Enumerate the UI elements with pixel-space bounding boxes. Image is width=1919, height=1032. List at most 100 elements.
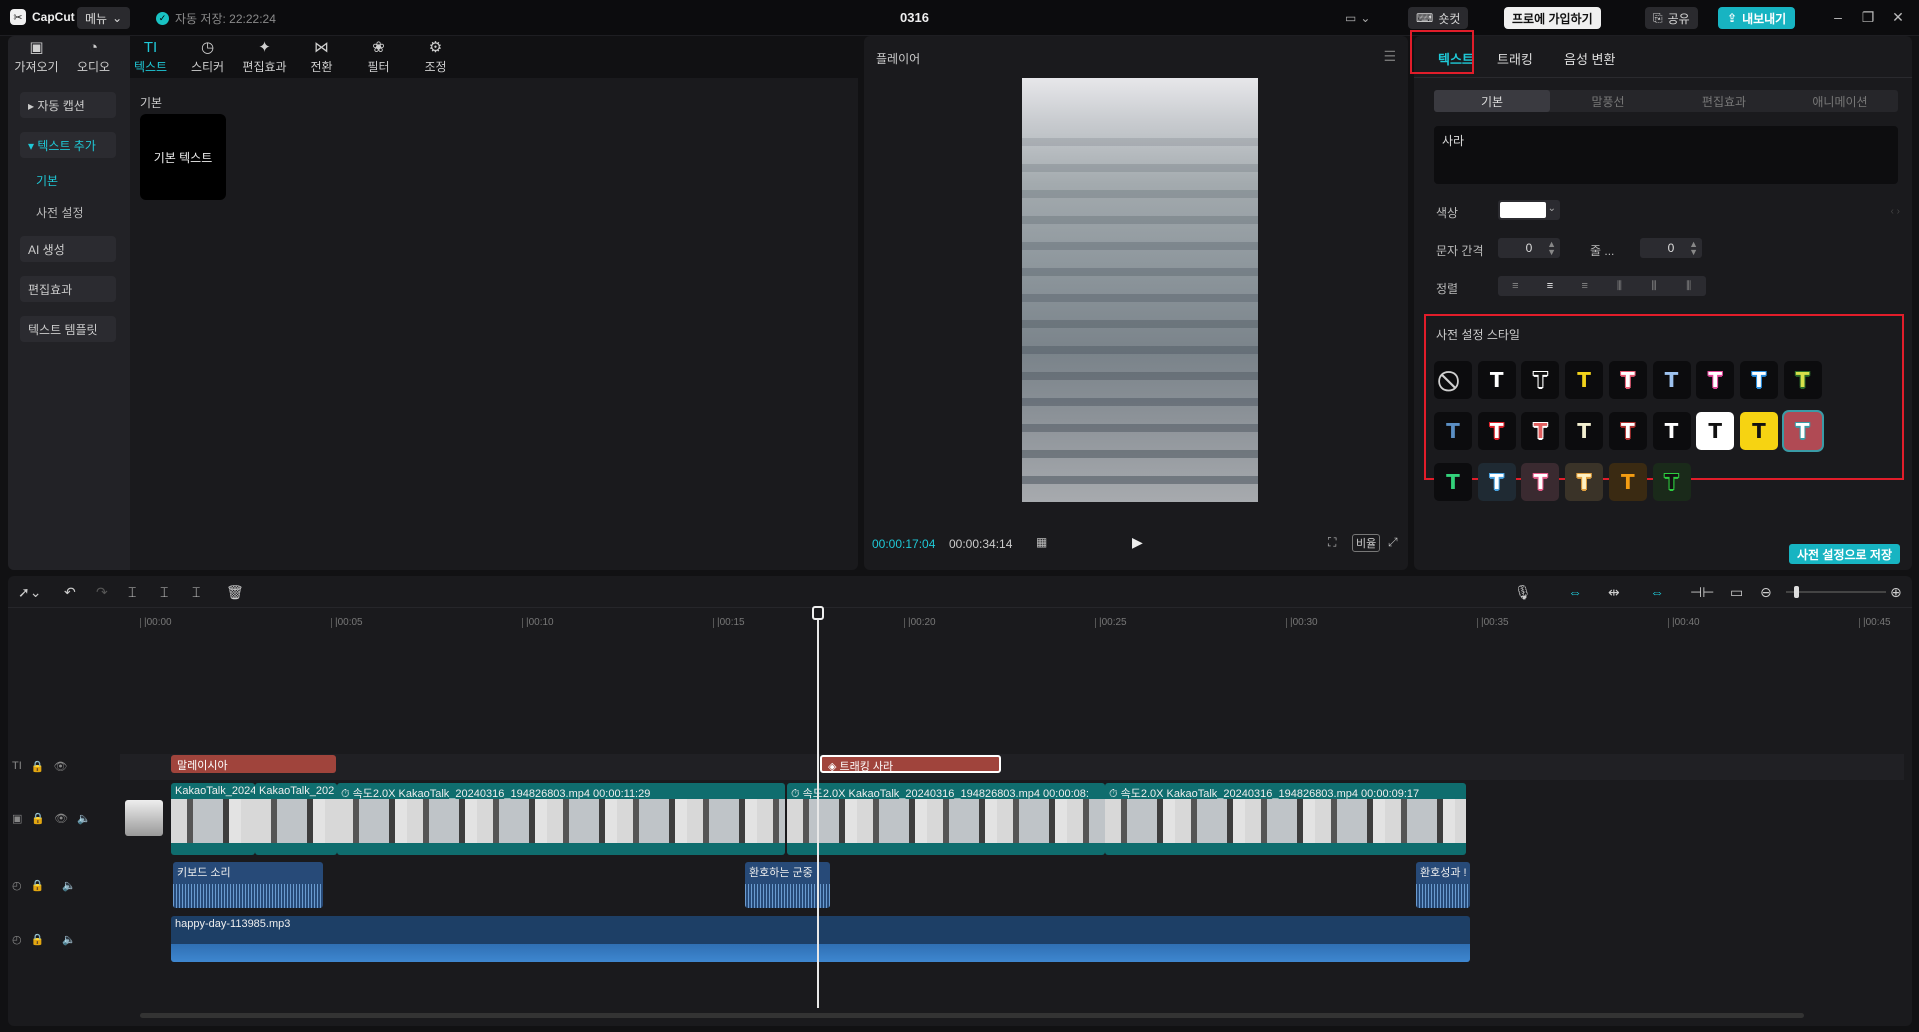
split-icon[interactable]: ⌶	[128, 584, 136, 601]
tool-4[interactable]: ✦ 편집효과	[236, 36, 293, 78]
stepper-arrows-icon[interactable]: ▲ ▼	[1689, 240, 1698, 257]
preset-style-item[interactable]: T	[1434, 412, 1472, 450]
audio-clip[interactable]: 키보드 소리	[173, 862, 323, 908]
cover-thumbnail[interactable]	[125, 800, 163, 836]
lock-icon[interactable]: 🔒	[31, 879, 45, 892]
link-icon[interactable]: ⇹	[1608, 584, 1620, 601]
nav-sub-basic[interactable]: 기본	[36, 172, 130, 190]
preset-style-item[interactable]: T	[1565, 412, 1604, 450]
magnet-snap-icon[interactable]: ⇔	[1568, 584, 1582, 600]
preview-axis-icon[interactable]: ⇔	[1650, 584, 1664, 600]
zoom-out-icon[interactable]: ⊖	[1760, 584, 1772, 601]
preset-style-item[interactable]: T	[1739, 361, 1778, 399]
preset-style-item[interactable]: T	[1652, 412, 1691, 450]
subtab-bubble[interactable]: 말풍선	[1550, 90, 1666, 112]
shortcut-button[interactable]: ⌨ 숏컷	[1408, 7, 1469, 29]
preset-style-item[interactable]: T	[1608, 412, 1647, 450]
line-spacing-stepper[interactable]: 0 ▲ ▼	[1640, 238, 1702, 258]
nav-text-templates[interactable]: 텍스트 템플릿	[20, 316, 116, 342]
minimize-icon[interactable]: –	[1828, 9, 1848, 25]
tool-0[interactable]: ▣ 가져오기	[8, 36, 65, 78]
preset-style-item[interactable]: T	[1477, 361, 1516, 399]
lock-icon[interactable]: 🔒	[31, 812, 45, 825]
select-cursor-icon[interactable]: ➚⌄	[18, 584, 41, 601]
share-button[interactable]: ⎘ 공유	[1645, 7, 1698, 29]
nav-auto-caption[interactable]: ▸ 자동 캡션	[20, 92, 116, 118]
tool-5[interactable]: ⋈ 전환	[293, 36, 350, 78]
layout-button[interactable]: ▭ ⌄	[1345, 7, 1370, 29]
align-bottom-icon[interactable]: ⫼	[1671, 276, 1706, 296]
preset-style-item[interactable]: T	[1565, 463, 1604, 501]
preset-style-item[interactable]: T	[1521, 463, 1560, 501]
preset-style-item[interactable]: T	[1652, 463, 1691, 501]
subtab-basic[interactable]: 기본	[1434, 90, 1550, 112]
speaker-icon[interactable]: 🔈	[62, 933, 76, 946]
nav-ai-generate[interactable]: AI 생성	[20, 236, 116, 262]
text-clip-selected[interactable]: ◈ 트래킹 사라	[820, 755, 1001, 773]
export-button[interactable]: ⇪ 내보내기	[1718, 7, 1796, 29]
eye-icon[interactable]: 👁	[54, 812, 68, 825]
play-icon[interactable]: ▶	[1132, 534, 1143, 551]
preset-style-item[interactable]: T	[1696, 361, 1735, 399]
align-left-icon[interactable]: ≡	[1498, 276, 1533, 296]
preset-style-item[interactable]: T	[1608, 463, 1647, 501]
video-clip[interactable]: KakaoTalk_202	[255, 783, 337, 855]
microphone-icon[interactable]: 🎙	[1514, 584, 1532, 601]
menu-button[interactable]: 메뉴 ⌄	[77, 7, 131, 29]
preset-style-item[interactable]: T	[1783, 361, 1822, 399]
video-clip[interactable]: ⏱ 속도2.0X KakaoTalk_20240316_194826803.mp…	[1105, 783, 1466, 855]
pro-signup-button[interactable]: 프로에 가입하기	[1504, 7, 1601, 29]
tool-1[interactable]: ◔ 오디오	[65, 36, 122, 78]
preset-style-item[interactable]: T	[1652, 361, 1691, 399]
preset-style-item[interactable]: T	[1521, 412, 1560, 450]
stepper-arrows-icon[interactable]: ▲ ▼	[1547, 240, 1556, 257]
video-preview[interactable]	[1022, 78, 1258, 502]
align-center-icon[interactable]: ≡	[1533, 276, 1568, 296]
lock-icon[interactable]: 🔒	[31, 933, 45, 946]
fullscreen-icon[interactable]: ⤢	[1388, 535, 1398, 550]
save-preset-button[interactable]: 사전 설정으로 저장	[1789, 544, 1900, 564]
split-right-icon[interactable]: ⌶	[192, 584, 200, 601]
video-clip[interactable]: ⏱ 속도2.0X KakaoTalk_20240316_194826803.mp…	[787, 783, 1105, 855]
eye-icon[interactable]: 👁	[53, 760, 67, 773]
split-view-icon[interactable]: ⊣⊢	[1690, 584, 1714, 601]
video-clip[interactable]: ⏱ 속도2.0X KakaoTalk_20240316_194826803.mp…	[337, 783, 785, 855]
time-ruler[interactable]: |00:00 |00:05 |00:10 |00:15 |00:20 |00:25 |00:…	[128, 608, 1912, 638]
redo-icon[interactable]: ↷	[96, 584, 108, 601]
color-picker[interactable]: ⌄	[1498, 200, 1560, 220]
tool-3[interactable]: ◷ 스티커	[179, 36, 236, 78]
preset-style-item[interactable]: T	[1565, 361, 1604, 399]
tab-tracking[interactable]: 트래킹	[1497, 49, 1533, 68]
zoom-slider-track[interactable]	[1786, 591, 1886, 593]
nav-effects[interactable]: 편집효과	[20, 276, 116, 302]
subtab-animation[interactable]: 애니메이션	[1782, 90, 1898, 112]
text-clip[interactable]: 말레이시아	[171, 755, 336, 773]
default-text-card[interactable]: 기본 텍스트	[140, 114, 226, 200]
caption-icon[interactable]: ▭	[1730, 584, 1743, 601]
nav-sub-preset[interactable]: 사전 설정	[36, 204, 130, 222]
timecode-grid-icon[interactable]: ▦	[1036, 535, 1047, 549]
preset-style-item[interactable]: T	[1521, 361, 1560, 399]
playhead[interactable]	[817, 608, 819, 1008]
hamburger-icon[interactable]: ☰	[1383, 48, 1396, 65]
align-middle-icon[interactable]: ⫼	[1637, 276, 1672, 296]
preset-style-item[interactable]: T	[1477, 412, 1516, 450]
timeline-scrollbar[interactable]	[140, 1013, 1804, 1018]
preset-style-item[interactable]: T	[1783, 412, 1822, 450]
preset-style-item[interactable]: T	[1696, 412, 1735, 450]
video-clip[interactable]: KakaoTalk_2024	[171, 783, 255, 855]
preset-style-item[interactable]: T	[1608, 361, 1647, 399]
lock-icon[interactable]: 🔒	[31, 760, 45, 773]
preset-style-item[interactable]: T	[1739, 412, 1778, 450]
no-style-icon[interactable]: ⃠	[1434, 361, 1472, 399]
audio-clip[interactable]: 환호성과 !	[1416, 862, 1470, 908]
zoom-slider-handle[interactable]	[1794, 586, 1799, 598]
speaker-icon[interactable]: 🔈	[62, 879, 76, 892]
ratio-button[interactable]: 비율	[1352, 534, 1381, 552]
delete-icon[interactable]: 🗑	[226, 584, 244, 601]
align-right-icon[interactable]: ≡	[1567, 276, 1602, 296]
playhead-handle[interactable]	[812, 606, 824, 620]
tab-voice-change[interactable]: 음성 변환	[1564, 49, 1615, 68]
zoom-in-icon[interactable]: ⊕	[1890, 584, 1902, 601]
nav-add-text[interactable]: ▾ 텍스트 추가	[20, 132, 116, 158]
